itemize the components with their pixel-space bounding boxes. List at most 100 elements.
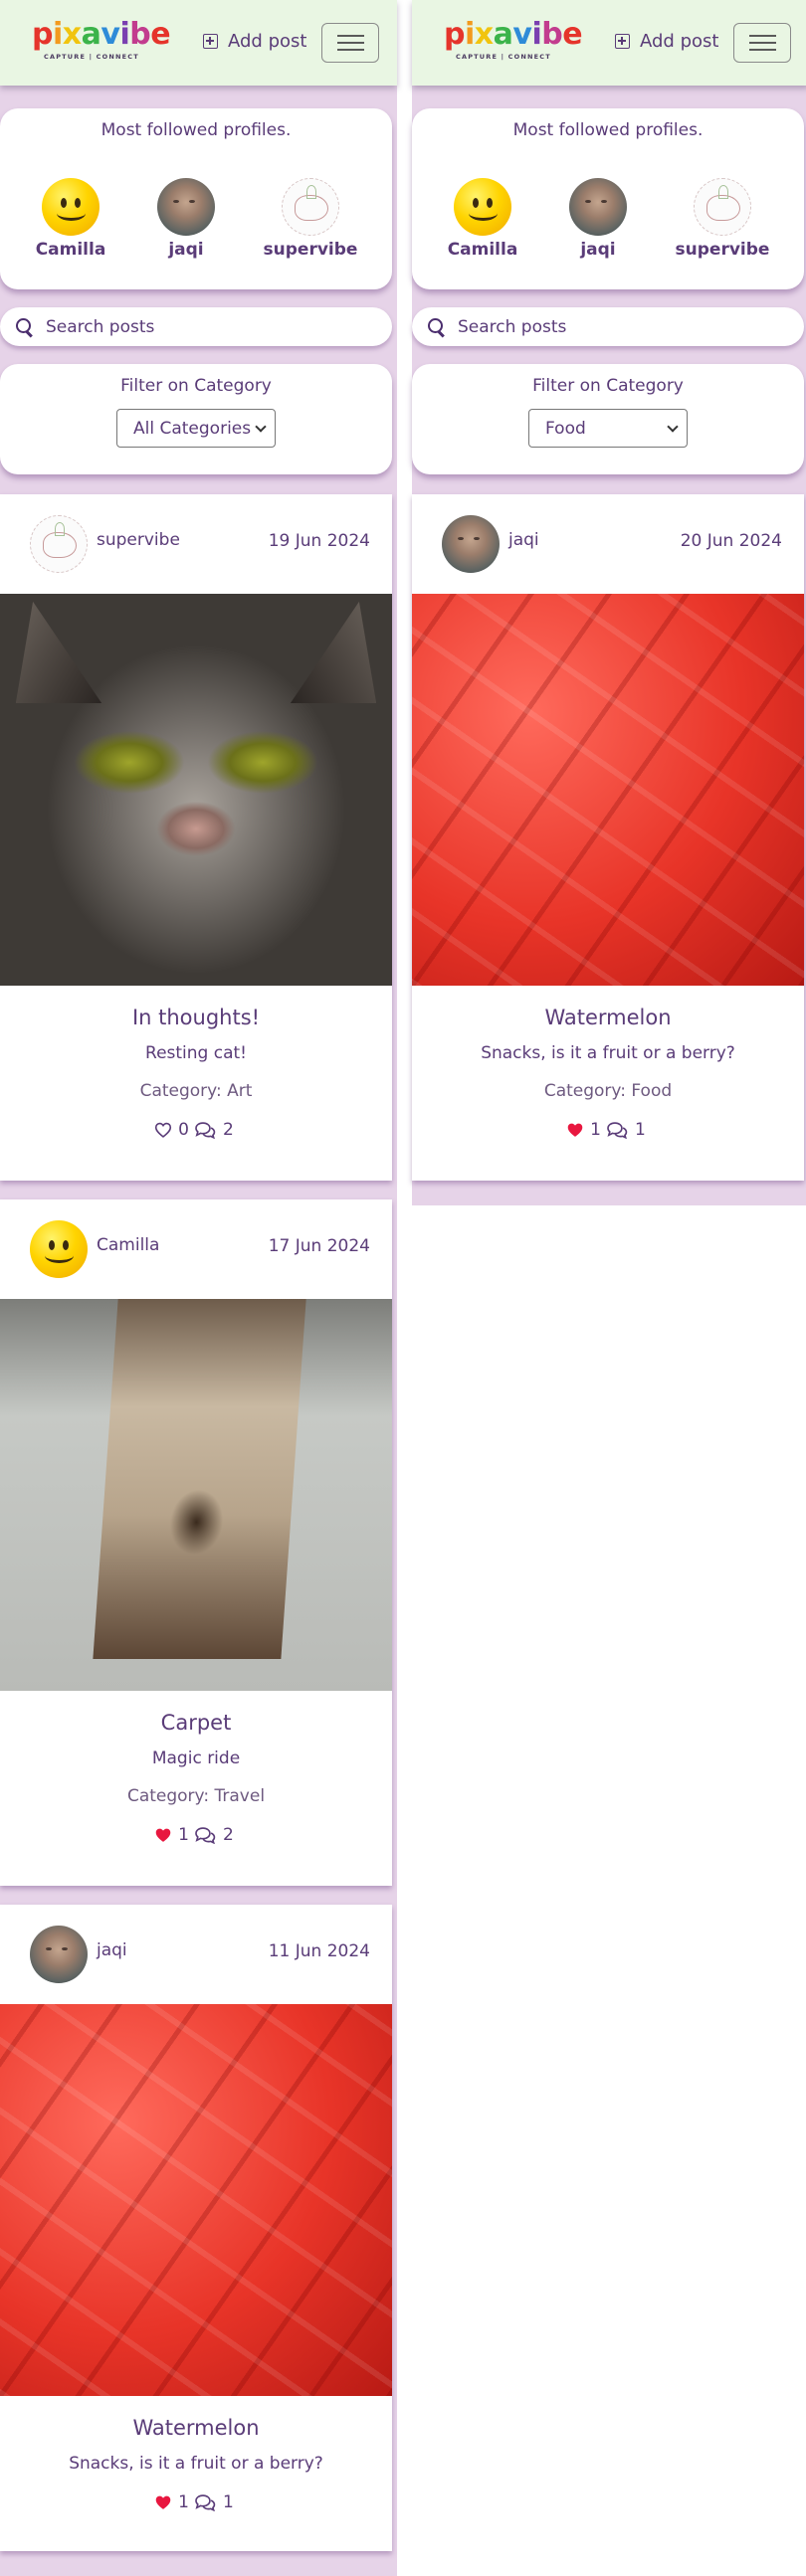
comments-icon[interactable] xyxy=(605,1121,629,1139)
comment-count: 1 xyxy=(223,2492,234,2512)
feed-panel-right: pixavibe CAPTURE | CONNECT Add post Most… xyxy=(412,0,806,1205)
post-title[interactable]: Carpet xyxy=(0,1711,392,1735)
post-stats: 1 2 xyxy=(0,1824,392,1846)
like-count: 1 xyxy=(178,2492,189,2512)
avatar xyxy=(282,178,339,236)
search-icon xyxy=(428,317,446,336)
category-filter-card: Filter on Category Food xyxy=(412,364,804,474)
profile-supervibe[interactable]: supervibe xyxy=(673,178,772,260)
most-followed-profiles-card: Most followed profiles. Camilla jaqi sup… xyxy=(0,108,392,289)
avatar[interactable] xyxy=(442,515,500,573)
smiley-icon xyxy=(454,178,511,236)
profile-name: Camilla xyxy=(447,240,518,260)
post-image[interactable] xyxy=(0,594,392,986)
comments-icon[interactable] xyxy=(193,2493,217,2511)
search-icon xyxy=(16,317,34,336)
plus-square-icon xyxy=(203,34,218,49)
brand-tagline: CAPTURE | CONNECT xyxy=(44,53,139,61)
avatar[interactable] xyxy=(30,1926,88,1983)
add-post-link[interactable]: Add post xyxy=(203,31,306,52)
comment-count: 2 xyxy=(223,1120,234,1140)
add-post-link[interactable]: Add post xyxy=(615,31,718,52)
profile-jaqi[interactable]: jaqi xyxy=(136,178,236,260)
post-image[interactable] xyxy=(412,594,804,986)
post-category: Category: Art xyxy=(139,1081,253,1101)
add-post-label: Add post xyxy=(640,31,719,52)
post-title[interactable]: In thoughts! xyxy=(0,1006,392,1029)
smiley-icon xyxy=(42,178,100,236)
add-post-label: Add post xyxy=(228,31,307,52)
profile-name: supervibe xyxy=(675,240,770,260)
chevron-down-icon xyxy=(255,421,267,433)
chevron-down-icon xyxy=(667,421,679,433)
filter-title: Filter on Category xyxy=(532,376,684,396)
post-author[interactable]: jaqi xyxy=(508,530,539,550)
filter-title: Filter on Category xyxy=(120,376,272,396)
post-image[interactable] xyxy=(0,2004,392,2396)
post-card: supervibe 19 Jun 2024 In thoughts! Resti… xyxy=(0,494,392,1181)
comment-count: 1 xyxy=(635,1120,646,1140)
brand-logo[interactable]: pixavibe CAPTURE | CONNECT xyxy=(444,20,583,62)
post-stats: 1 1 xyxy=(0,2491,392,2513)
search-bar xyxy=(0,307,392,346)
most-followed-profiles-card: Most followed profiles. Camilla jaqi sup… xyxy=(412,108,804,289)
category-select[interactable]: All Categories xyxy=(116,409,276,448)
profile-jaqi[interactable]: jaqi xyxy=(548,178,648,260)
smiley-icon[interactable] xyxy=(30,1220,88,1278)
avatar[interactable] xyxy=(30,515,88,573)
search-input[interactable] xyxy=(46,316,364,337)
search-input[interactable] xyxy=(458,316,776,337)
brand-wordmark: pixavibe xyxy=(32,17,171,52)
hamburger-menu-button[interactable] xyxy=(321,23,379,63)
category-select-value: Food xyxy=(545,418,586,439)
post-date: 17 Jun 2024 xyxy=(268,1236,370,1256)
profile-camilla[interactable]: Camilla xyxy=(21,178,120,260)
navbar: pixavibe CAPTURE | CONNECT Add post xyxy=(412,0,806,86)
profile-supervibe[interactable]: supervibe xyxy=(261,178,360,260)
post-description: Snacks, is it a fruit or a berry? xyxy=(69,2454,323,2474)
post-date: 11 Jun 2024 xyxy=(268,1941,370,1961)
comment-count: 2 xyxy=(223,1825,234,1845)
like-count: 0 xyxy=(178,1120,189,1140)
post-author[interactable]: Camilla xyxy=(97,1235,159,1255)
post-category: Category: Travel xyxy=(126,1786,266,1806)
category-filter-card: Filter on Category All Categories xyxy=(0,364,392,474)
heart-filled-icon[interactable] xyxy=(154,1827,172,1843)
post-title[interactable]: Watermelon xyxy=(412,1006,804,1029)
post-description: Snacks, is it a fruit or a berry? xyxy=(481,1043,735,1063)
heart-filled-icon[interactable] xyxy=(154,2494,172,2510)
hamburger-menu-button[interactable] xyxy=(733,23,791,63)
heart-outline-icon[interactable] xyxy=(154,1122,172,1138)
like-count: 1 xyxy=(590,1120,601,1140)
post-author[interactable]: jaqi xyxy=(97,1940,127,1960)
post-category: Category: Food xyxy=(543,1081,673,1101)
category-select[interactable]: Food xyxy=(528,409,688,448)
brand-tagline: CAPTURE | CONNECT xyxy=(456,53,551,61)
avatar xyxy=(157,178,215,236)
like-count: 1 xyxy=(178,1825,189,1845)
profile-camilla[interactable]: Camilla xyxy=(433,178,532,260)
feed-panel-left: pixavibe CAPTURE | CONNECT Add post Most… xyxy=(0,0,397,2576)
profile-name: jaqi xyxy=(168,240,204,260)
post-card: Camilla 17 Jun 2024 Carpet Magic ride Ca… xyxy=(0,1199,392,1886)
post-header: Camilla 17 Jun 2024 xyxy=(0,1199,392,1299)
post-author[interactable]: supervibe xyxy=(97,530,180,550)
post-image[interactable] xyxy=(0,1299,392,1691)
post-card: jaqi 20 Jun 2024 Watermelon Snacks, is i… xyxy=(412,494,804,1181)
profile-name: supervibe xyxy=(263,240,358,260)
navbar: pixavibe CAPTURE | CONNECT Add post xyxy=(0,0,397,86)
post-title[interactable]: Watermelon xyxy=(0,2416,392,2440)
post-stats: 0 2 xyxy=(0,1119,392,1141)
avatar xyxy=(694,178,751,236)
profile-name: Camilla xyxy=(35,240,106,260)
heart-filled-icon[interactable] xyxy=(566,1122,584,1138)
post-header: supervibe 19 Jun 2024 xyxy=(0,494,392,594)
comments-icon[interactable] xyxy=(193,1121,217,1139)
profile-name: jaqi xyxy=(580,240,616,260)
comments-icon[interactable] xyxy=(193,1826,217,1844)
plus-square-icon xyxy=(615,34,630,49)
avatar xyxy=(569,178,627,236)
post-header: jaqi 20 Jun 2024 xyxy=(412,494,804,594)
brand-logo[interactable]: pixavibe CAPTURE | CONNECT xyxy=(32,17,171,62)
post-date: 19 Jun 2024 xyxy=(268,531,370,551)
